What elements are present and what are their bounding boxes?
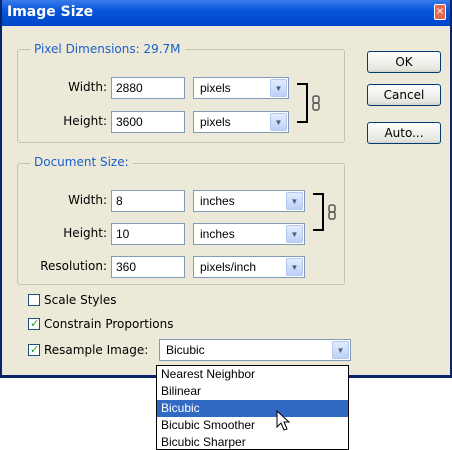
doc-width-label: Width: [68, 193, 107, 207]
menu-item-bicubic-sharper[interactable]: Bicubic Sharper [157, 434, 348, 449]
constrain-proportions-label: Constrain Proportions [44, 317, 174, 331]
scale-styles-checkbox[interactable]: Scale Styles [28, 293, 148, 309]
pixel-width-unit-select[interactable]: pixels ▼ [193, 77, 289, 99]
menu-item-bilinear[interactable]: Bilinear [157, 383, 348, 400]
chain-link-icon [313, 193, 336, 231]
pixel-width-input[interactable]: 2880 [111, 77, 185, 99]
constrain-proportions-box[interactable]: ✓ [28, 317, 40, 330]
chevron-down-icon: ▼ [286, 225, 303, 243]
chevron-down-icon: ▼ [286, 192, 303, 210]
chevron-down-icon: ▼ [332, 341, 349, 359]
constrain-proportions-checkbox[interactable]: ✓ Constrain Proportions [28, 317, 188, 333]
scale-styles-box[interactable] [28, 294, 40, 306]
menu-item-nearest-neighbor[interactable]: Nearest Neighbor [157, 366, 348, 383]
doc-height-unit-select[interactable]: inches ▼ [193, 223, 305, 245]
doc-width-unit-value: inches [200, 194, 235, 208]
pixel-width-unit-value: pixels [200, 81, 231, 95]
close-icon: × [435, 6, 445, 17]
document-size-legend: Document Size: [30, 155, 133, 169]
doc-height-unit-value: inches [200, 227, 235, 241]
doc-height-input[interactable]: 10 [111, 223, 185, 245]
chevron-down-icon: ▼ [286, 258, 303, 276]
doc-width-unit-select[interactable]: inches ▼ [193, 190, 305, 212]
auto-button[interactable]: Auto... [367, 122, 441, 144]
check-icon: ✓ [30, 343, 40, 356]
resolution-unit-select[interactable]: pixels/inch ▼ [193, 256, 305, 278]
menu-item-bicubic[interactable]: Bicubic [157, 400, 348, 417]
chevron-down-icon: ▼ [270, 79, 287, 97]
resolution-input[interactable]: 360 [111, 256, 185, 278]
resample-image-box[interactable]: ✓ [28, 343, 40, 356]
doc-height-label: Height: [63, 226, 107, 240]
resolution-label: Resolution: [40, 259, 107, 273]
mouse-pointer-icon [276, 410, 291, 431]
resample-method-menu: Nearest Neighbor Bilinear Bicubic Bicubi… [156, 365, 349, 450]
cancel-button[interactable]: Cancel [367, 84, 441, 106]
pixel-width-label: Width: [68, 80, 107, 94]
menu-item-bicubic-smoother[interactable]: Bicubic Smoother [157, 417, 348, 434]
pixel-height-unit-value: pixels [200, 115, 231, 129]
chevron-down-icon: ▼ [270, 113, 287, 131]
dialog-title: Image Size [7, 4, 94, 20]
pixel-height-label: Height: [63, 114, 107, 128]
scale-styles-label: Scale Styles [44, 293, 117, 307]
pixel-height-unit-select[interactable]: pixels ▼ [193, 111, 289, 133]
resample-image-label: Resample Image: [44, 343, 149, 357]
doc-width-input[interactable]: 8 [111, 190, 185, 212]
check-icon: ✓ [30, 317, 40, 330]
chain-link-icon [297, 83, 320, 123]
resolution-unit-value: pixels/inch [200, 260, 257, 274]
resample-image-checkbox[interactable]: ✓ Resample Image: [28, 343, 158, 359]
resample-method-select[interactable]: Bicubic ▼ [159, 339, 351, 361]
resample-method-value: Bicubic [166, 343, 205, 357]
ok-button[interactable]: OK [367, 51, 441, 73]
close-button[interactable]: × [434, 4, 446, 20]
image-size-dialog: Image Size × Pixel Dimensions: 29.7M Wid… [0, 0, 452, 378]
pixel-height-input[interactable]: 3600 [111, 111, 185, 133]
pixel-dimensions-legend: Pixel Dimensions: 29.7M [30, 42, 185, 56]
title-bar[interactable]: Image Size × [2, 0, 450, 26]
